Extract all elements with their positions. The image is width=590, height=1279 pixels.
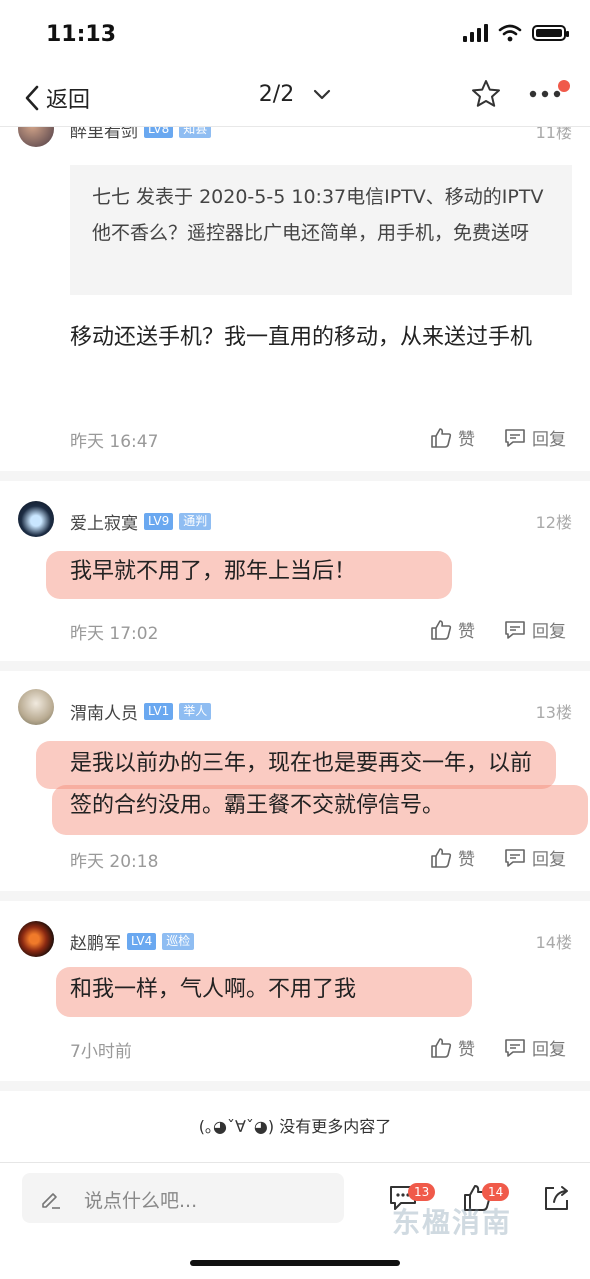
reply-text: 移动还送手机？我一直用的移动，从来送过手机 xyxy=(70,325,533,350)
user-info: 醉里看剑 LV8 知县 xyxy=(70,127,212,142)
reply-text: 和我一样，气人啊。不用了我 xyxy=(70,977,357,1002)
level-badge: LV8 xyxy=(144,127,174,138)
like-label: 赞 xyxy=(458,622,475,642)
like-button[interactable]: 赞 xyxy=(430,845,475,870)
notification-dot xyxy=(558,80,570,92)
thumbs-up-icon xyxy=(431,619,452,640)
list-item: 渭南人员 LV1 举人 13楼 是我以前办的三年，现在也是要再交一年，以前签的合… xyxy=(0,671,590,901)
user-info: 爱上寂寞 LV9 通判 xyxy=(70,509,212,534)
reply-label: 回复 xyxy=(532,1040,566,1060)
status-icons xyxy=(463,24,569,42)
status-bar: 11:13 xyxy=(0,0,590,70)
signal-icon xyxy=(463,24,488,42)
nav-bar: 返回 2/2 xyxy=(0,70,590,127)
reply-button[interactable]: 回复 xyxy=(504,1035,566,1060)
reply-text: 我早就不用了，那年上当后！ xyxy=(70,559,357,584)
reply-list: 醉里看剑 LV8 知县 11楼 七七 发表于 2020-5-5 10:37电信I… xyxy=(0,127,590,1162)
title-badge: 举人 xyxy=(179,703,212,720)
like-count-badge: 14 xyxy=(482,1183,510,1201)
reply-label: 回复 xyxy=(532,430,566,450)
reply-button[interactable]: 回复 xyxy=(504,617,566,642)
quoted-post[interactable]: 七七 发表于 2020-5-5 10:37电信IPTV、移动的IPTV他不香么？… xyxy=(70,165,572,295)
title-badge: 通判 xyxy=(179,513,212,530)
page-indicator: 2/2 xyxy=(258,82,295,107)
input-placeholder: 说点什么吧... xyxy=(84,1190,198,1212)
like-button[interactable]: 赞 xyxy=(430,425,475,450)
comment-icon xyxy=(505,1038,525,1057)
post-time: 7小时前 xyxy=(70,1042,132,1062)
comment-input[interactable]: 说点什么吧... xyxy=(22,1173,344,1223)
watermark: 东楹消南 xyxy=(392,1206,513,1239)
end-of-list-text: (｡◕ˇ∀ˇ◕) 没有更多内容了 xyxy=(198,1117,392,1136)
level-badge: LV4 xyxy=(127,933,157,950)
thumbs-up-icon xyxy=(431,427,452,448)
more-icon[interactable] xyxy=(528,82,562,106)
pencil-icon xyxy=(42,1193,60,1209)
wifi-icon xyxy=(498,24,522,42)
reply-label: 回复 xyxy=(532,622,566,642)
like-label: 赞 xyxy=(458,1040,475,1060)
user-info: 渭南人员 LV1 举人 xyxy=(70,699,212,724)
post-time: 昨天 16:47 xyxy=(70,432,159,452)
comment-icon xyxy=(505,428,525,447)
avatar[interactable] xyxy=(18,689,54,725)
thumbs-up-icon xyxy=(431,1037,452,1058)
title-badge: 知县 xyxy=(179,127,212,138)
username[interactable]: 醉里看剑 xyxy=(70,127,138,142)
avatar[interactable] xyxy=(18,921,54,957)
star-icon[interactable] xyxy=(470,78,502,110)
avatar[interactable] xyxy=(18,501,54,537)
reply-button[interactable]: 回复 xyxy=(504,845,566,870)
user-info: 赵鹏军 LV4 巡检 xyxy=(70,929,195,954)
floor-number: 14楼 xyxy=(535,933,572,952)
comment-icon xyxy=(505,620,525,639)
username[interactable]: 爱上寂寞 xyxy=(70,509,138,534)
username[interactable]: 渭南人员 xyxy=(70,699,138,724)
floor-number: 13楼 xyxy=(535,703,572,722)
chevron-down-icon xyxy=(314,89,331,100)
like-label: 赞 xyxy=(458,430,475,450)
avatar[interactable] xyxy=(18,127,54,147)
reply-text: 是我以前办的三年，现在也是要再交一年，以前签的合约没用。霸王餐不交就停信号。 xyxy=(70,751,533,818)
floor-number: 12楼 xyxy=(535,513,572,532)
status-time: 11:13 xyxy=(46,22,117,47)
post-time: 昨天 17:02 xyxy=(70,624,159,644)
list-item: 爱上寂寞 LV9 通判 12楼 我早就不用了，那年上当后！ 昨天 17:02 赞… xyxy=(0,481,590,671)
floor-number: 11楼 xyxy=(535,127,572,142)
list-item: 醉里看剑 LV8 知县 11楼 七七 发表于 2020-5-5 10:37电信I… xyxy=(0,127,590,481)
list-item: 赵鹏军 LV4 巡检 14楼 和我一样，气人啊。不用了我 7小时前 赞 回复 xyxy=(0,901,590,1091)
like-button[interactable]: 赞 xyxy=(430,617,475,642)
username[interactable]: 赵鹏军 xyxy=(70,929,121,954)
post-time: 昨天 20:18 xyxy=(70,852,159,872)
home-indicator xyxy=(190,1260,400,1266)
battery-icon xyxy=(532,25,569,41)
thumbs-up-icon xyxy=(431,847,452,868)
title-badge: 巡检 xyxy=(162,933,195,950)
like-label: 赞 xyxy=(458,850,475,870)
level-badge: LV9 xyxy=(144,513,174,530)
comment-icon xyxy=(505,848,525,867)
level-badge: LV1 xyxy=(144,703,174,720)
reply-button[interactable]: 回复 xyxy=(504,425,566,450)
like-button[interactable]: 赞 xyxy=(430,1035,475,1060)
reply-label: 回复 xyxy=(532,850,566,870)
comment-count-badge: 13 xyxy=(408,1183,436,1201)
